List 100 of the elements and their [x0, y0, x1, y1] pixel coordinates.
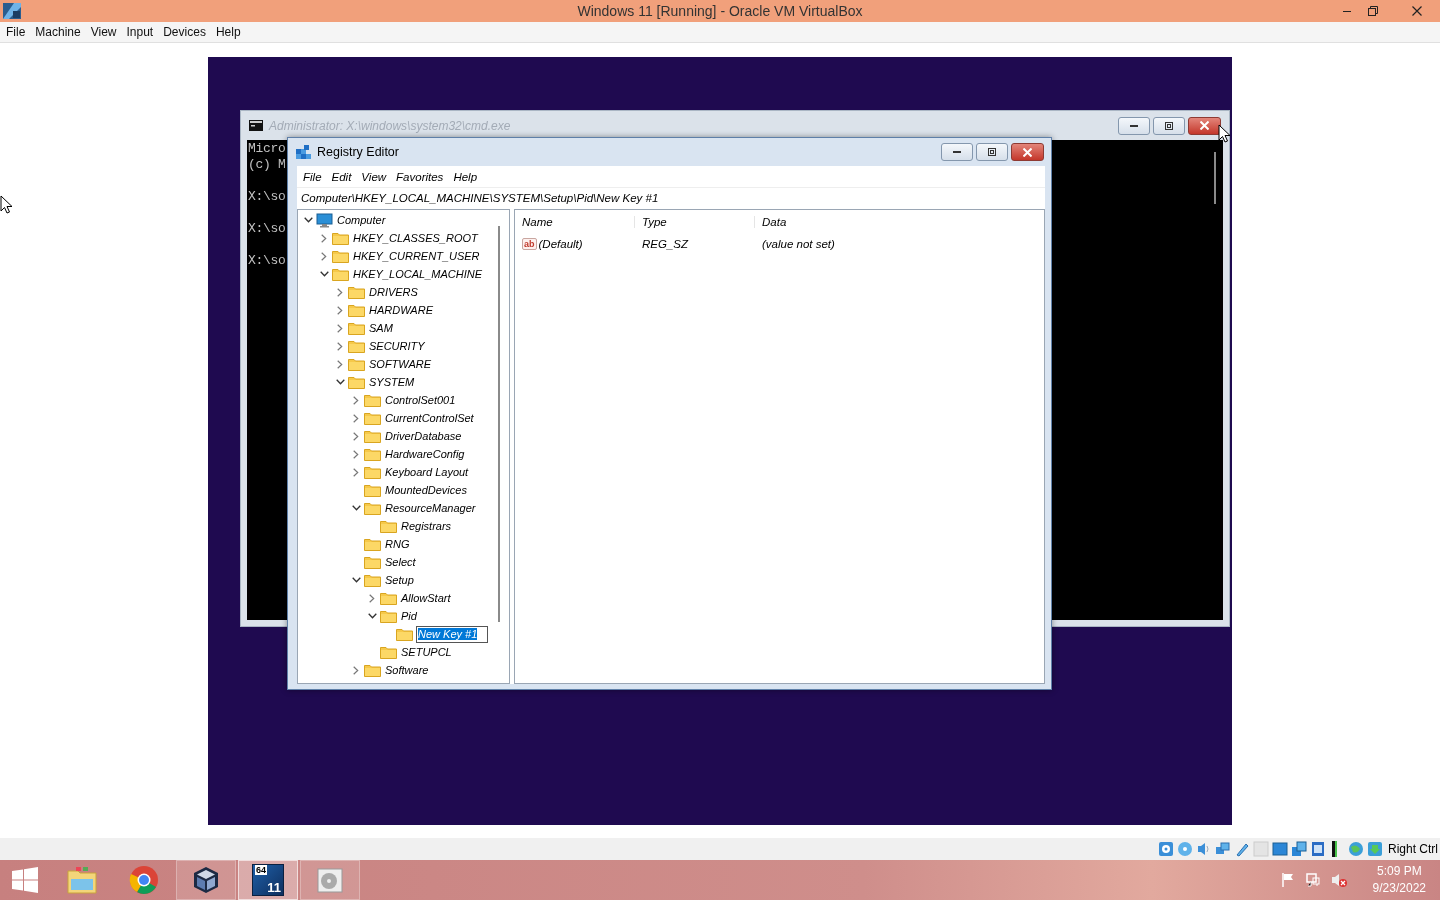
- tree-item[interactable]: SETUPCL: [400, 644, 453, 660]
- tree-item[interactable]: DriverDatabase: [384, 428, 463, 444]
- console-line: (c) M: [248, 157, 286, 173]
- tree-item[interactable]: Select: [384, 554, 417, 570]
- menu-item[interactable]: Help: [210, 25, 246, 39]
- folder-icon: [348, 321, 365, 335]
- folder-icon: [348, 357, 365, 371]
- tree-item[interactable]: ResourceManager: [384, 500, 477, 516]
- console-line: Micro: [248, 141, 286, 157]
- folder-icon: [380, 591, 397, 605]
- folder-icon: [364, 483, 381, 497]
- network-icon[interactable]: [1215, 841, 1231, 857]
- tree-item[interactable]: Registrars: [400, 518, 453, 534]
- window-icon[interactable]: [1310, 841, 1326, 857]
- folder-icon: [364, 465, 381, 479]
- tree-item[interactable]: Computer: [336, 212, 387, 228]
- scrollbar[interactable]: [1214, 152, 1216, 204]
- network-icon[interactable]: [1304, 872, 1321, 888]
- menu-item[interactable]: Favorites: [392, 170, 450, 183]
- folder-icon: [380, 609, 397, 623]
- close-button[interactable]: [1188, 116, 1221, 135]
- tree-item[interactable]: AllowStart: [400, 590, 452, 606]
- maximize-button[interactable]: [1153, 116, 1185, 135]
- close-icon: [1023, 147, 1032, 157]
- minimize-icon: [1130, 124, 1138, 127]
- table-cell-text: REG_SZ: [641, 238, 690, 250]
- download-icon[interactable]: [1367, 841, 1383, 857]
- speaker-icon[interactable]: [1196, 841, 1212, 857]
- folder-icon: [364, 573, 381, 587]
- column-header[interactable]: Name: [515, 215, 635, 228]
- menu-item[interactable]: Input: [121, 25, 159, 39]
- folder-icon: [332, 249, 349, 263]
- folder-icon: [364, 501, 381, 515]
- menu-item[interactable]: View: [85, 25, 122, 39]
- disc-image-button[interactable]: [300, 860, 360, 900]
- scrollbar[interactable]: [498, 226, 500, 622]
- tree-item[interactable]: Software: [384, 662, 430, 678]
- menu-item[interactable]: View: [357, 170, 393, 183]
- tree-item[interactable]: SOFTWARE: [368, 356, 433, 372]
- menu-item[interactable]: Help: [449, 170, 484, 183]
- muted-speaker-icon[interactable]: [1329, 872, 1348, 888]
- string-value-icon: ab: [522, 238, 537, 250]
- chevron-icon[interactable]: [303, 217, 313, 223]
- close-button[interactable]: [1011, 143, 1044, 161]
- tree-item[interactable]: MountedDevices: [384, 482, 468, 498]
- chevron-icon[interactable]: [319, 271, 329, 277]
- column-header[interactable]: Type: [635, 215, 755, 228]
- clock-date: 9/23/2022: [1372, 880, 1426, 897]
- tree-item[interactable]: HardwareConfig: [384, 446, 466, 462]
- tree-item[interactable]: SECURITY: [368, 338, 426, 354]
- tree-item[interactable]: Setup: [384, 572, 415, 588]
- folder-icon: [364, 537, 381, 551]
- chevron-icon[interactable]: [367, 613, 377, 619]
- folder-icon: [348, 303, 365, 317]
- tree-item[interactable]: RNG: [384, 536, 411, 552]
- host-key-label: Right Ctrl: [1388, 842, 1438, 856]
- menu-item[interactable]: File: [299, 170, 328, 183]
- windows-stack-icon[interactable]: [1291, 841, 1307, 857]
- menu-item[interactable]: Devices: [158, 25, 211, 39]
- folder-icon: [332, 267, 349, 281]
- tree-item[interactable]: SAM: [368, 320, 394, 336]
- tree-item[interactable]: Pid: [400, 608, 418, 624]
- tree-item[interactable]: ControlSet001: [384, 392, 457, 408]
- tree-item[interactable]: HKEY_CURRENT_USER: [352, 248, 481, 264]
- menu-item[interactable]: File: [1, 25, 31, 39]
- rename-field[interactable]: New Key #1: [416, 625, 489, 643]
- tree-item[interactable]: Keyboard Layout: [384, 464, 470, 480]
- tree-item[interactable]: HARDWARE: [368, 302, 434, 318]
- folder-icon: [364, 447, 381, 461]
- console-line: X:\so: [248, 221, 286, 237]
- usb-icon[interactable]: [1234, 841, 1250, 857]
- restore-icon: [1368, 6, 1378, 16]
- menu-item[interactable]: Edit: [327, 170, 358, 183]
- chevron-icon[interactable]: [335, 379, 345, 385]
- menu-item[interactable]: Machine: [30, 25, 86, 39]
- chevron-icon[interactable]: [351, 505, 361, 511]
- window-title: Windows 11 [Running] - Oracle VM VirtualBox: [577, 3, 863, 19]
- column-header[interactable]: Data: [755, 215, 875, 228]
- maximize-button[interactable]: [976, 143, 1008, 161]
- virtual-machine-button[interactable]: 64 11: [238, 860, 298, 900]
- folder-icon: [348, 375, 365, 389]
- folder-icon: [396, 627, 413, 641]
- folder-icon: [66, 865, 98, 895]
- address-bar[interactable]: Computer\HKEY_LOCAL_MACHINE\SYSTEM\Setup\Pid\New Key #1: [297, 187, 1045, 208]
- tree-item[interactable]: HKEY_LOCAL_MACHINE: [352, 266, 483, 282]
- minimize-icon: [953, 151, 961, 153]
- flag-icon[interactable]: [1279, 872, 1296, 888]
- minimize-button[interactable]: [941, 143, 973, 161]
- monitor-icon[interactable]: [1272, 841, 1288, 857]
- chevron-icon[interactable]: [351, 577, 361, 583]
- app-icon: [2, 1, 22, 21]
- tree-item[interactable]: SYSTEM: [368, 374, 416, 390]
- browser-icon: [129, 865, 159, 895]
- console-line: X:\so: [248, 253, 286, 269]
- tree-item[interactable]: HKEY_CLASSES_ROOT: [352, 230, 479, 246]
- maximize-icon: [988, 148, 996, 156]
- tree-item[interactable]: CurrentControlSet: [384, 410, 475, 426]
- minimize-button[interactable]: [1118, 116, 1150, 135]
- tree-item[interactable]: DRIVERS: [368, 284, 419, 300]
- virtualbox-button[interactable]: [176, 860, 236, 900]
